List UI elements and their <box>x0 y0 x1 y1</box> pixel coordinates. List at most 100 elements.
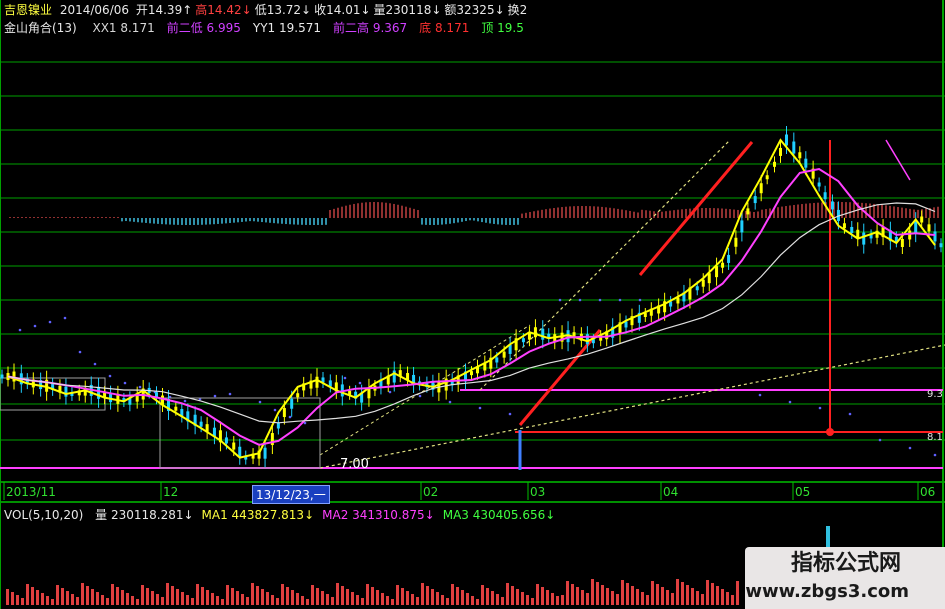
candle-body <box>908 230 912 240</box>
watermark-url: www.zbgs3.com <box>745 581 909 602</box>
volume-bar <box>481 585 484 605</box>
volume-bar <box>86 586 89 605</box>
candle-body <box>721 262 725 268</box>
volume-bar <box>611 591 614 605</box>
volume-bar <box>471 596 474 605</box>
volume-bar <box>501 597 504 605</box>
indicator-item-4: 底 8.171 <box>419 21 470 35</box>
volume-bar <box>296 593 299 605</box>
volume-bar <box>46 596 49 605</box>
candle-body <box>533 327 537 338</box>
vol-name: VOL(5,10,20) <box>4 508 84 522</box>
volume-bar <box>541 587 544 605</box>
volume-bar <box>621 580 624 605</box>
volume-bar <box>566 581 569 605</box>
volume-bar <box>601 585 604 605</box>
candle-body <box>199 421 203 427</box>
candle-body <box>502 351 506 358</box>
indicator-dot <box>138 385 142 389</box>
candle-body <box>585 334 589 345</box>
candle-body <box>785 134 788 146</box>
indicator-dot <box>933 453 937 457</box>
volume-bar <box>186 595 189 605</box>
indicator-dot <box>343 376 347 380</box>
volume-bar <box>21 598 24 605</box>
candle-body <box>290 398 294 409</box>
x-axis: 2013/11 12 02 03 04 05 06 <box>3 482 935 500</box>
volume-bar <box>11 592 14 605</box>
volume-bar <box>466 593 469 605</box>
indicator-dot <box>228 392 232 396</box>
volume-bar <box>151 591 154 605</box>
volume-bar <box>431 589 434 605</box>
indicator-dot <box>478 406 482 410</box>
candle-body <box>862 232 866 245</box>
volume-bar <box>136 599 139 605</box>
candle-body <box>759 183 763 194</box>
candle-body <box>830 201 834 210</box>
volume-bar <box>66 591 69 605</box>
indicator-dot <box>358 381 362 385</box>
volume-bars <box>6 526 840 606</box>
candle-body <box>804 158 808 168</box>
candle-body <box>715 266 719 278</box>
volume-bar <box>266 592 269 605</box>
volume-bar <box>661 587 664 605</box>
volume-bar <box>651 581 654 605</box>
quote-item-2: 低13.72↓ <box>254 3 312 17</box>
volume-bar <box>226 585 229 605</box>
header-row-1: 吉恩镍业 2014/06/06 开14.39↑ 高14.42↓ 低13.72↓ 收14… <box>4 1 527 18</box>
volume-bar <box>271 595 274 605</box>
volume-bar <box>291 590 294 605</box>
volume-bar <box>506 583 509 605</box>
volume-bar <box>526 595 529 605</box>
vol-header: VOL(5,10,20) 量 230118.281↓ MA1 443827.813… <box>4 506 555 523</box>
candle-body <box>296 393 300 398</box>
candle-body <box>900 239 904 248</box>
indicator-dot <box>183 399 187 403</box>
candle-body <box>798 152 802 159</box>
right-label-top: 9.3 <box>927 389 943 400</box>
volume-bar <box>371 587 374 605</box>
ma-short-line <box>7 138 936 459</box>
volume-bar <box>591 579 594 605</box>
volume-bar <box>671 593 674 605</box>
quote-item-4: 量230118↓ <box>373 3 442 17</box>
volume-bar <box>146 588 149 605</box>
volume-bar <box>736 581 739 605</box>
quote-item-0: 开14.39↑ <box>135 3 193 17</box>
candle-body <box>695 286 699 291</box>
indicator-dot <box>388 390 392 394</box>
candle-body <box>927 224 931 232</box>
volume-bar <box>276 598 279 605</box>
volume-bar <box>91 589 94 605</box>
vol-items: 量 230118.281↓ MA1 443827.813↓ MA2 341310.8… <box>87 508 555 522</box>
trend-line-1 <box>638 141 754 276</box>
volume-bar <box>436 592 439 605</box>
candle-body <box>753 196 757 204</box>
indicator-dot <box>638 298 642 302</box>
volume-bar <box>351 592 354 605</box>
indicator-name: 金山角合(13) <box>4 21 77 35</box>
volume-bar <box>416 597 419 605</box>
volume-bar <box>26 584 29 605</box>
vol-item-1: MA1 443827.813↓ <box>201 508 315 522</box>
quote-item-5: 额32325↓ <box>444 3 505 17</box>
volume-bar <box>551 593 554 605</box>
quote-items: 开14.39↑ 高14.42↓ 低13.72↓ 收14.01↓ 量230118↓ 额323… <box>133 3 527 17</box>
volume-bar <box>701 594 704 605</box>
x-tick-label: 12 <box>163 485 178 499</box>
volume-bar <box>16 595 19 605</box>
volume-bar <box>221 599 224 605</box>
indicator-dot <box>288 415 292 419</box>
volume-bar <box>321 591 324 605</box>
volume-bar <box>96 592 99 605</box>
volume-bar <box>616 594 619 605</box>
volume-bar <box>456 587 459 605</box>
candle-body <box>914 221 918 234</box>
volume-bar <box>441 595 444 605</box>
indicator-items: XX1 8.171 前二低 6.995 YY1 19.571 前二高 9.367 底 8… <box>80 21 523 35</box>
volume-bar <box>696 591 699 605</box>
volume-bar <box>256 586 259 605</box>
indicator-dot <box>558 298 562 302</box>
